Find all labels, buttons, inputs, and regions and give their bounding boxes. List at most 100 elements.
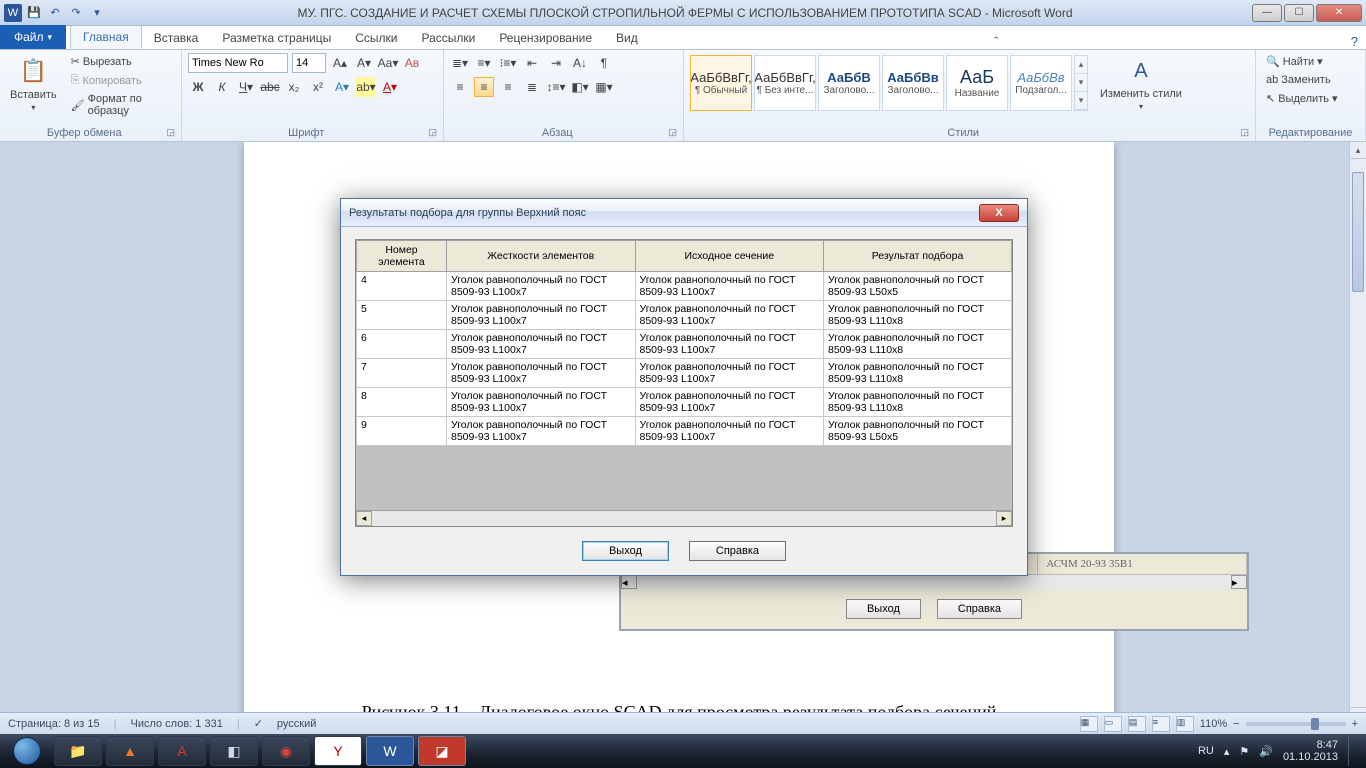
col-stiffness[interactable]: Жесткости элементов xyxy=(447,241,636,272)
taskbar-app2[interactable]: ◉ xyxy=(262,736,310,766)
vertical-scrollbar[interactable]: ▴ ▾ xyxy=(1349,142,1366,724)
tray-volume-icon[interactable]: 🔊 xyxy=(1259,745,1273,758)
italic-button[interactable]: К xyxy=(212,77,232,97)
taskbar-word[interactable]: W xyxy=(366,736,414,766)
change-case-button[interactable]: Aa▾ xyxy=(378,53,398,73)
print-layout-view-button[interactable]: ▦ xyxy=(1080,716,1098,732)
find-button[interactable]: 🔍Найти ▾ xyxy=(1262,53,1359,70)
dialog-help-button[interactable]: Справка xyxy=(689,541,786,561)
sort-button[interactable]: A↓ xyxy=(570,53,590,73)
grow-font-button[interactable]: A▴ xyxy=(330,53,350,73)
ribbon-minimize-icon[interactable]: ˆ xyxy=(986,34,1006,49)
taskbar-autocad[interactable]: A xyxy=(158,736,206,766)
taskbar-explorer[interactable]: 📁 xyxy=(54,736,102,766)
underline-button[interactable]: Ч▾ xyxy=(236,77,256,97)
scroll-up-icon[interactable]: ▴ xyxy=(1350,142,1366,159)
start-button[interactable] xyxy=(4,736,50,766)
bold-button[interactable]: Ж xyxy=(188,77,208,97)
taskbar-yandex[interactable]: Y xyxy=(314,736,362,766)
numbering-button[interactable]: ≡▾ xyxy=(474,53,494,73)
tab-layout[interactable]: Разметка страницы xyxy=(210,27,343,49)
table-row[interactable]: 8Уголок равнополочный по ГОСТ 8509-93 L1… xyxy=(357,388,1012,417)
style-heading2[interactable]: АаБбВвЗаголово... xyxy=(882,55,944,111)
tab-mailings[interactable]: Рассылки xyxy=(409,27,487,49)
qat-more-icon[interactable]: ▾ xyxy=(88,4,106,22)
show-desktop-button[interactable] xyxy=(1348,736,1356,766)
fullscreen-view-button[interactable]: ▭ xyxy=(1104,716,1122,732)
show-marks-button[interactable]: ¶ xyxy=(594,53,614,73)
tab-home[interactable]: Главная xyxy=(70,25,142,49)
tray-arrow-icon[interactable]: ▴ xyxy=(1224,745,1230,758)
font-size-combo[interactable] xyxy=(292,53,326,73)
dialog-titlebar[interactable]: Результаты подбора для группы Верхний по… xyxy=(341,199,1027,227)
clear-format-button[interactable]: Aʙ xyxy=(402,53,422,73)
increase-indent-button[interactable]: ⇥ xyxy=(546,53,566,73)
style-normal[interactable]: АаБбВвГг,¶ Обычный xyxy=(690,55,752,111)
style-heading1[interactable]: АаБбВЗаголово... xyxy=(818,55,880,111)
zoom-level[interactable]: 110% xyxy=(1200,718,1227,730)
font-name-combo[interactable] xyxy=(188,53,288,73)
font-launcher-icon[interactable]: ◲ xyxy=(428,127,437,138)
strike-button[interactable]: abc xyxy=(260,77,280,97)
decrease-indent-button[interactable]: ⇤ xyxy=(522,53,542,73)
save-icon[interactable]: 💾 xyxy=(25,4,43,22)
tray-lang[interactable]: RU xyxy=(1198,745,1214,757)
tab-review[interactable]: Рецензирование xyxy=(487,27,604,49)
redo-icon[interactable]: ↷ xyxy=(67,4,85,22)
tab-file[interactable]: Файл ▾ xyxy=(0,25,66,49)
web-view-button[interactable]: ▤ xyxy=(1128,716,1146,732)
table-row[interactable]: 4Уголок равнополочный по ГОСТ 8509-93 L1… xyxy=(357,272,1012,301)
text-effects-button[interactable]: A▾ xyxy=(332,77,352,97)
table-row[interactable]: 5Уголок равнополочный по ГОСТ 8509-93 L1… xyxy=(357,301,1012,330)
bullets-button[interactable]: ≣▾ xyxy=(450,53,470,73)
styles-launcher-icon[interactable]: ◲ xyxy=(1240,127,1249,138)
tray-clock[interactable]: 8:47 01.10.2013 xyxy=(1283,739,1338,763)
cut-button[interactable]: ✂Вырезать xyxy=(67,53,175,70)
table-row[interactable]: 7Уголок равнополочный по ГОСТ 8509-93 L1… xyxy=(357,359,1012,388)
status-language[interactable]: русский xyxy=(277,718,316,730)
scroll-right-icon[interactable]: ▸ xyxy=(996,511,1012,526)
maximize-button[interactable]: ☐ xyxy=(1284,4,1314,22)
table-horizontal-scrollbar[interactable]: ◂ ▸ xyxy=(356,510,1012,526)
taskbar-app1[interactable]: ◧ xyxy=(210,736,258,766)
status-words[interactable]: Число слов: 1 331 xyxy=(130,718,222,730)
taskbar-vlc[interactable]: ▲ xyxy=(106,736,154,766)
borders-button[interactable]: ▦▾ xyxy=(594,77,614,97)
paste-button[interactable]: 📋 Вставить ▾ xyxy=(6,53,61,114)
paragraph-launcher-icon[interactable]: ◲ xyxy=(668,127,677,138)
format-painter-button[interactable]: 🖌Формат по образцу xyxy=(67,91,175,119)
style-gallery-scroll[interactable]: ▴▾▾ xyxy=(1074,55,1088,111)
align-right-button[interactable]: ≡ xyxy=(498,77,518,97)
dialog-close-button[interactable]: X xyxy=(979,204,1019,222)
clipboard-launcher-icon[interactable]: ◲ xyxy=(166,127,175,138)
shrink-font-button[interactable]: A▾ xyxy=(354,53,374,73)
outline-view-button[interactable]: ≡ xyxy=(1152,716,1170,732)
zoom-slider[interactable] xyxy=(1246,722,1346,726)
line-spacing-button[interactable]: ↕≡▾ xyxy=(546,77,566,97)
tab-view[interactable]: Вид xyxy=(604,27,650,49)
style-subtitle[interactable]: АаБбВвПодзагол... xyxy=(1010,55,1072,111)
style-title[interactable]: АаБНазвание xyxy=(946,55,1008,111)
col-element-number[interactable]: Номер элемента xyxy=(357,241,447,272)
close-button[interactable]: ✕ xyxy=(1316,4,1362,22)
copy-button[interactable]: ⎘Копировать xyxy=(67,72,175,89)
superscript-button[interactable]: x² xyxy=(308,77,328,97)
tab-references[interactable]: Ссылки xyxy=(343,27,409,49)
tray-flag-icon[interactable]: ⚑ xyxy=(1239,745,1249,758)
select-button[interactable]: ↖Выделить ▾ xyxy=(1262,90,1359,107)
help-icon[interactable]: ? xyxy=(1343,34,1366,49)
status-page[interactable]: Страница: 8 из 15 xyxy=(8,718,100,730)
draft-view-button[interactable]: ▥ xyxy=(1176,716,1194,732)
col-original-section[interactable]: Исходное сечение xyxy=(635,241,824,272)
change-styles-button[interactable]: A Изменить стили ▾ xyxy=(1096,53,1186,113)
justify-button[interactable]: ≣ xyxy=(522,77,542,97)
table-row[interactable]: 6Уголок равнополочный по ГОСТ 8509-93 L1… xyxy=(357,330,1012,359)
undo-icon[interactable]: ↶ xyxy=(46,4,64,22)
align-left-button[interactable]: ≡ xyxy=(450,77,470,97)
zoom-in-button[interactable]: + xyxy=(1352,718,1358,730)
table-row[interactable]: 9Уголок равнополочный по ГОСТ 8509-93 L1… xyxy=(357,417,1012,446)
dialog-exit-button[interactable]: Выход xyxy=(582,541,669,561)
scroll-thumb[interactable] xyxy=(1352,172,1364,292)
taskbar-scad[interactable]: ◪ xyxy=(418,736,466,766)
col-result[interactable]: Результат подбора xyxy=(824,241,1012,272)
